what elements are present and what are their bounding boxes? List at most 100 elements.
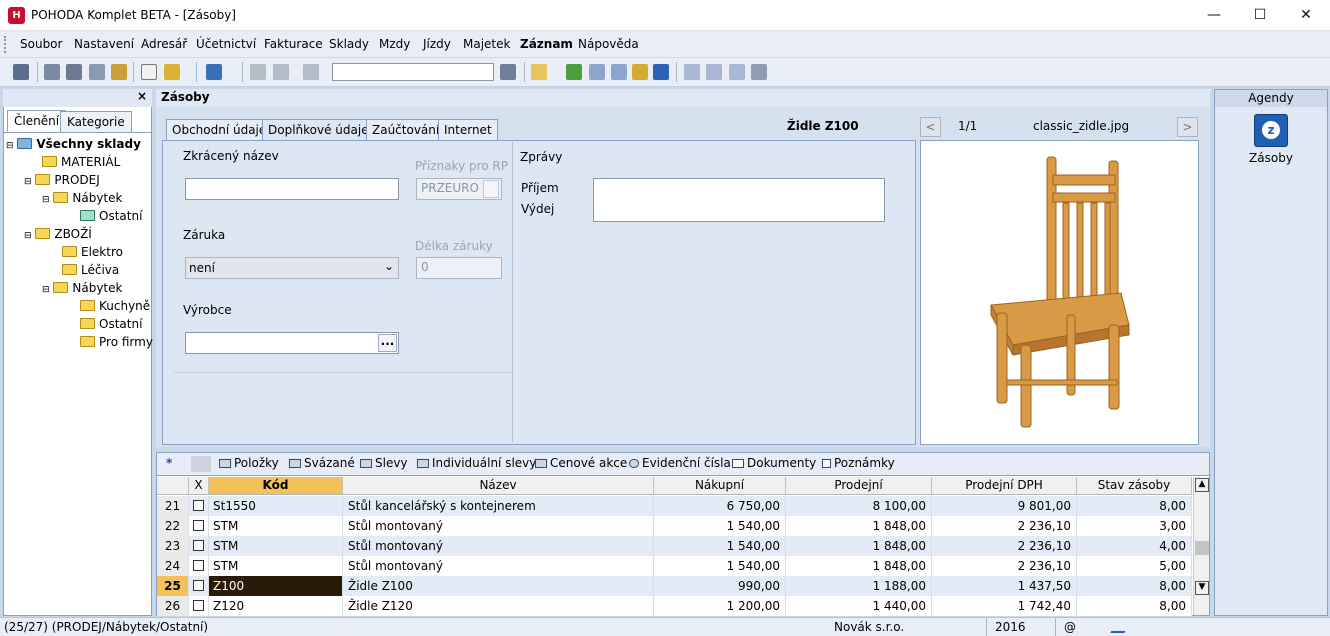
tab-evidencni-cisla[interactable]: Evidenční čísla <box>629 456 731 470</box>
tree-item-ostatni-zbozi[interactable]: Ostatní <box>80 317 142 331</box>
maximize-icon[interactable]: ☐ <box>1237 0 1283 31</box>
menu-fakturace[interactable]: Fakturace <box>264 37 323 51</box>
scroll-top-icon[interactable]: ▲ <box>1195 478 1209 492</box>
calc2-icon[interactable] <box>611 64 627 80</box>
tab-obchodni-udaje[interactable]: Obchodní údaje <box>166 119 273 140</box>
tree-item-nabytek-zbozi[interactable]: ⊟ Nábytek <box>42 281 122 295</box>
menu-ucetnictvi[interactable]: Účetnictví <box>196 37 256 51</box>
tab-internet[interactable]: Internet <box>438 119 498 140</box>
note-icon[interactable] <box>729 64 745 80</box>
menu-jizdy[interactable]: Jízdy <box>423 37 451 51</box>
row-checkbox[interactable] <box>189 536 209 556</box>
row-checkbox[interactable] <box>189 576 209 596</box>
tree-item-nabytek[interactable]: ⊟ Nábytek <box>42 191 122 205</box>
table-row[interactable]: 23 STM Stůl montovaný 1 540,00 1 848,00 2 236… <box>157 536 1192 556</box>
table-row[interactable]: 21 St1550 Stůl kancelářský s kontejnerem 6 … <box>157 496 1192 516</box>
next-image-button[interactable]: > <box>1177 117 1198 137</box>
tab-polozky[interactable]: Položky <box>219 456 279 470</box>
menu-mzdy[interactable]: Mzdy <box>379 37 410 51</box>
minimize-icon[interactable]: — <box>1191 0 1237 31</box>
prev-image-button[interactable]: < <box>920 117 941 137</box>
checkbox[interactable] <box>193 560 204 571</box>
tab-cleneni[interactable]: Členění <box>7 110 67 132</box>
col-header-nakupni[interactable]: Nákupní <box>654 477 786 495</box>
preview-icon[interactable] <box>89 64 105 80</box>
menu-majetek[interactable]: Majetek <box>463 37 510 51</box>
rp-select[interactable]: PRZEURO <box>416 178 502 200</box>
col-header-prodejni-dph[interactable]: Prodejní DPH <box>932 477 1077 495</box>
calculator-icon[interactable] <box>589 64 605 80</box>
menu-soubor[interactable]: Soubor <box>20 37 62 51</box>
tree-item-pro-firmy[interactable]: Pro firmy <box>80 335 153 349</box>
col-header-x[interactable]: X <box>189 477 209 495</box>
disk-all-icon[interactable] <box>273 64 289 80</box>
row-checkbox[interactable] <box>189 496 209 516</box>
tab-dokumenty[interactable]: Dokumenty <box>732 456 816 470</box>
row-checkbox[interactable] <box>189 596 209 616</box>
table-row[interactable]: 22 STM Stůl montovaný 1 540,00 1 848,00 2 236… <box>157 516 1192 536</box>
tree-item-kuchyne[interactable]: Kuchyně <box>80 299 150 313</box>
tree-item-elektro[interactable]: Elektro <box>62 245 123 259</box>
wizard-icon[interactable] <box>164 64 180 80</box>
checkbox[interactable] <box>193 600 204 611</box>
close-icon[interactable]: ✕ <box>1283 0 1329 31</box>
stock-agenda-label[interactable]: Zásoby <box>1215 151 1327 165</box>
print-icon[interactable] <box>66 64 82 80</box>
table-row[interactable]: 26 Z120 Židle Z120 1 200,00 1 440,00 1 742,40… <box>157 596 1192 616</box>
message-icon[interactable] <box>684 64 700 80</box>
tab-svazane[interactable]: Svázané <box>289 456 355 470</box>
tree-item-prodej[interactable]: ⊟ PRODEJ <box>24 173 100 187</box>
back-arrow-icon[interactable] <box>206 64 222 80</box>
row-checkbox[interactable] <box>189 516 209 536</box>
tab-kategorie[interactable]: Kategorie <box>60 111 132 132</box>
filter-icon[interactable] <box>13 64 29 80</box>
menu-zaznam[interactable]: Záznam <box>520 37 573 51</box>
tree-item-leciva[interactable]: Léčiva <box>62 263 119 277</box>
close-panel-icon[interactable]: × <box>137 89 147 103</box>
folder-icon[interactable] <box>531 64 547 80</box>
help-icon[interactable] <box>751 64 767 80</box>
menu-nastaveni[interactable]: Nastavení <box>74 37 134 51</box>
iban-icon[interactable] <box>653 64 669 80</box>
tab-zauctovani[interactable]: Zaúčtování <box>366 119 446 140</box>
col-header-prodejni[interactable]: Prodejní <box>786 477 932 495</box>
checkbox[interactable] <box>193 580 204 591</box>
copy-icon[interactable] <box>303 64 319 80</box>
checkbox[interactable] <box>193 520 204 531</box>
short-name-input[interactable] <box>185 178 399 200</box>
stock-agenda-icon[interactable]: z <box>1254 114 1288 147</box>
table-row[interactable]: 24 STM Stůl montovaný 1 540,00 1 848,00 2 236… <box>157 556 1192 576</box>
tree-item-ostatni[interactable]: Ostatní <box>80 209 142 223</box>
money-icon[interactable] <box>566 64 582 80</box>
tab-individualni-slevy[interactable]: Individuální slevy <box>417 456 536 470</box>
tab-filter-icon[interactable] <box>191 456 211 472</box>
disk-icon[interactable] <box>250 64 266 80</box>
report-icon[interactable] <box>111 64 127 80</box>
table-row[interactable]: 25 Z100 Židle Z100 990,00 1 188,00 1 437,50 8,… <box>157 576 1192 596</box>
list-icon[interactable] <box>706 64 722 80</box>
new-record-icon[interactable] <box>141 64 157 80</box>
menu-sklady[interactable]: Sklady <box>329 37 369 51</box>
row-checkbox[interactable] <box>189 556 209 576</box>
col-header-kod[interactable]: Kód <box>209 477 343 495</box>
tree-item-zbozi[interactable]: ⊟ ZBOŽÍ <box>24 227 92 241</box>
tree-item-vsechny-sklady[interactable]: ⊟ Všechny sklady <box>6 137 141 151</box>
tab-slevy[interactable]: Slevy <box>360 456 408 470</box>
messages-textarea[interactable] <box>593 178 885 222</box>
tree-item-material[interactable]: MATERIÁL <box>42 155 120 169</box>
checkbox[interactable] <box>193 540 204 551</box>
email-icon[interactable]: @ <box>1064 620 1076 634</box>
tab-poznamky[interactable]: Poznámky <box>822 456 895 470</box>
scroll-bottom-icon[interactable]: ▼ <box>1195 581 1209 595</box>
scroll-thumb[interactable] <box>1195 541 1209 555</box>
warranty-length-input[interactable]: 0 <box>416 257 502 279</box>
coins-icon[interactable] <box>632 64 648 80</box>
search-combo[interactable] <box>332 63 494 81</box>
save-icon[interactable] <box>44 64 60 80</box>
filter-funnel-icon[interactable] <box>500 64 516 80</box>
grid-scrollbar[interactable]: ▲ ▼ <box>1193 477 1209 615</box>
pen-icon[interactable] <box>1110 619 1130 633</box>
col-header-nazev[interactable]: Název <box>343 477 654 495</box>
menu-adresar[interactable]: Adresář <box>141 37 187 51</box>
menu-napoveda[interactable]: Nápověda <box>578 37 639 51</box>
